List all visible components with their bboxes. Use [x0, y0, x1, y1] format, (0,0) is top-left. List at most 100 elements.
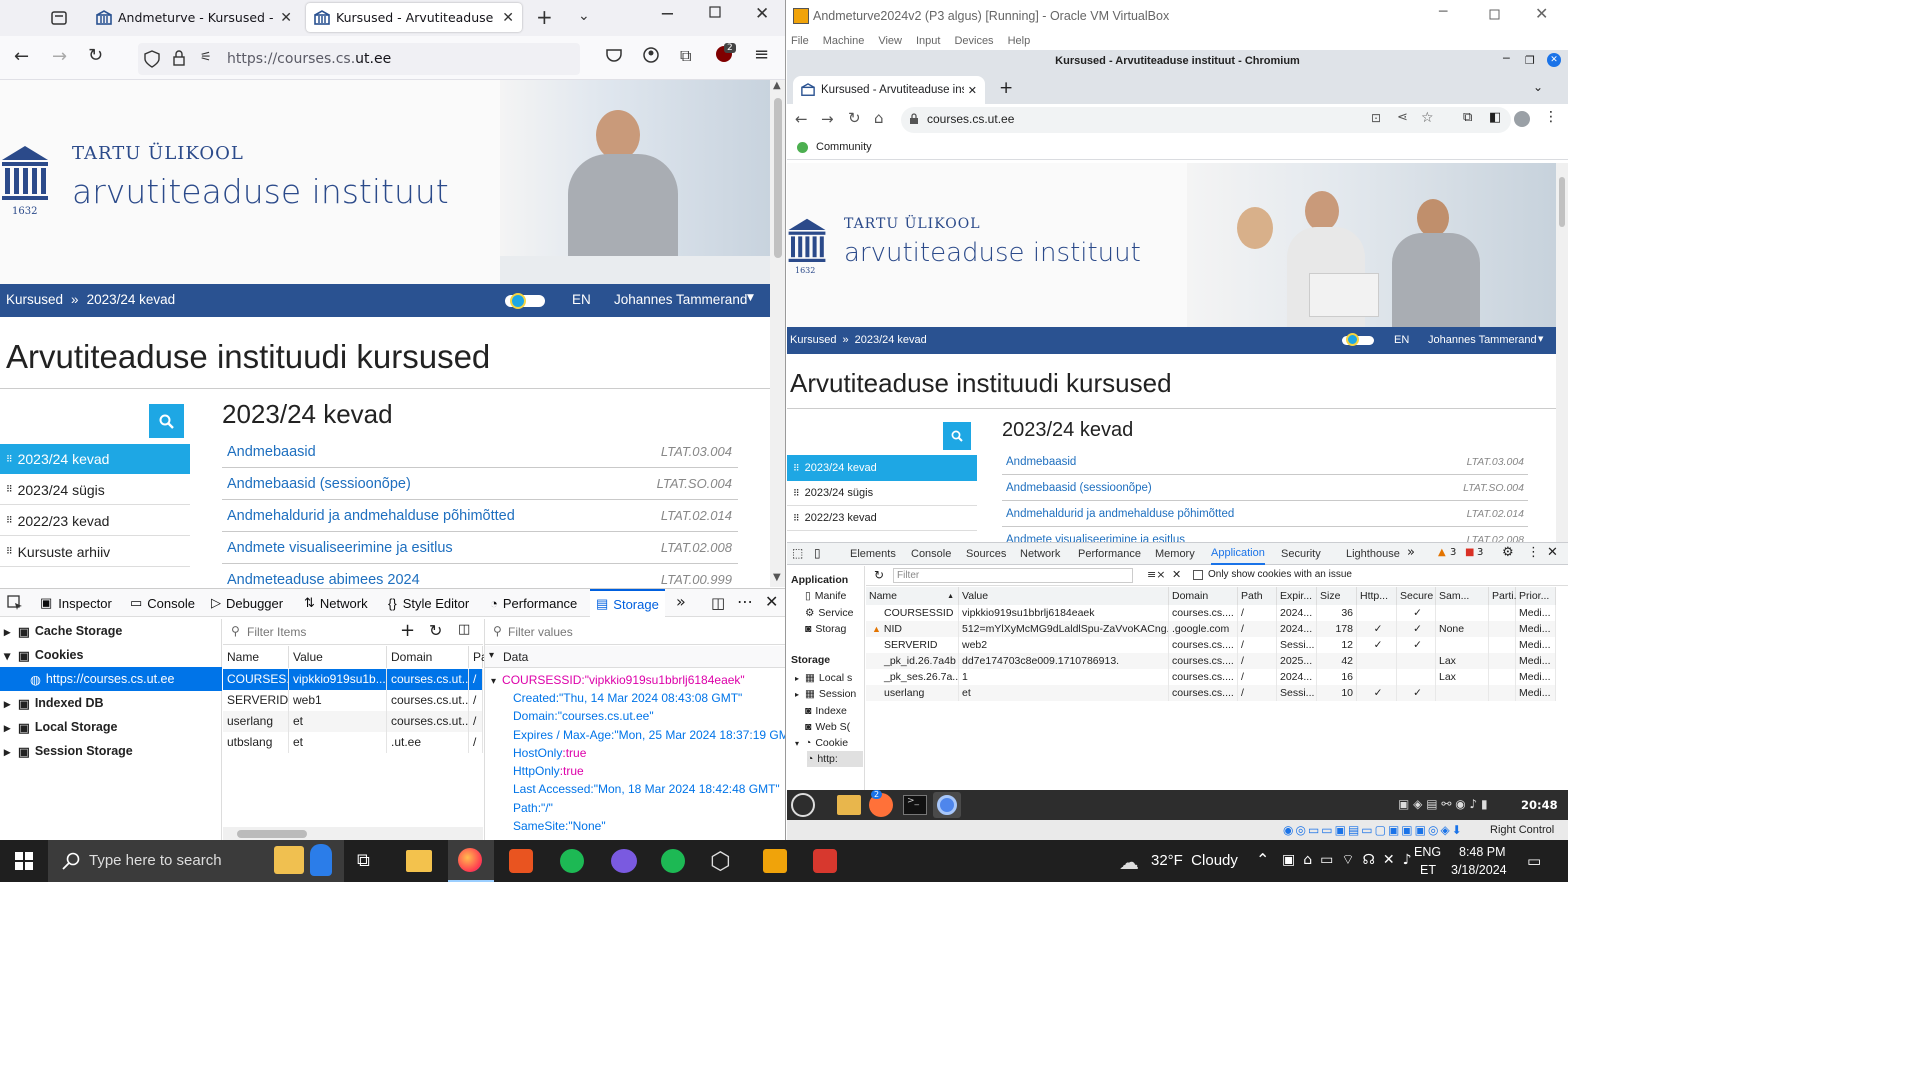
delete-icon[interactable]: ✕ [1172, 568, 1181, 581]
menu-item-2023-24-sugis[interactable]: ⠿ 2023/24 sügis [0, 475, 190, 505]
discord-icon[interactable] [611, 849, 637, 873]
table-row[interactable]: SERVERID web1 courses.cs.ut... / [223, 690, 483, 711]
more-tabs-icon[interactable]: » [1407, 545, 1415, 560]
tab-console[interactable]: ▭ Console [130, 589, 195, 617]
tab-security[interactable]: Security [1281, 543, 1321, 565]
side-service-workers[interactable]: ⚙ Service [805, 605, 875, 621]
side-panel-icon[interactable]: ◧ [1489, 110, 1501, 125]
course-row[interactable]: Andmebaasid LTAT.03.004 [1002, 449, 1528, 475]
ubuntu-icon[interactable] [509, 849, 533, 873]
course-row[interactable]: Andmete visualiseerimine ja esitlus LTAT.… [222, 532, 738, 564]
table-row[interactable]: utbslang et .ut.ee / [223, 732, 483, 753]
table-row[interactable]: userlang et courses.cs.... / Sessi... 10 ✓ ✓ Med… [866, 685, 1556, 701]
tree-session-storage[interactable]: ▸ ▣ Session Storage [0, 739, 222, 763]
url-text[interactable]: https://courses.cs.ut.ee [227, 51, 391, 67]
col-httponly[interactable]: Http... [1357, 587, 1397, 605]
notification-icon[interactable]: ▭ [1527, 852, 1541, 870]
minimize-icon[interactable]: ─ [1439, 4, 1447, 20]
lock-icon[interactable] [172, 50, 186, 66]
bookmark-star-icon[interactable]: ☆ [1421, 110, 1434, 126]
menu-item-2022-23-kevad[interactable]: ⠿ 2022/23 kevad [0, 506, 190, 536]
tab-performance[interactable]: Performance [1078, 543, 1141, 565]
tree-cookies[interactable]: ▾ ▣ Cookies [0, 643, 222, 667]
tab-console[interactable]: Console [911, 543, 951, 565]
add-item-icon[interactable]: + [400, 620, 415, 641]
close-window-icon[interactable]: ✕ [1547, 53, 1561, 67]
menu-hamburger-icon[interactable]: ≡ [754, 44, 769, 65]
search-button[interactable] [943, 422, 971, 450]
maximize-icon[interactable] [1489, 9, 1500, 20]
settings-gear-icon[interactable]: ⚙ [1502, 545, 1514, 560]
firefox-taskbar-button[interactable] [448, 840, 494, 882]
keyboard-layout[interactable]: ET [1420, 863, 1436, 877]
language-switch[interactable]: EN [1394, 334, 1409, 346]
tab-kursused[interactable]: Kursused - Arvutiteaduse inst ✕ [793, 76, 985, 104]
tab-overview-icon[interactable] [50, 9, 68, 27]
table-row[interactable]: COURSESSID vipkkio919su1bbrlj6184eaek cour… [866, 605, 1556, 621]
taskbar-search[interactable]: Type here to search [48, 840, 344, 882]
snipping-tool-icon[interactable] [813, 849, 837, 873]
col-value[interactable]: Value [289, 646, 387, 668]
guest-clock[interactable]: 20:48 [1521, 798, 1558, 812]
file-explorer-icon[interactable] [406, 850, 432, 872]
bookmark-community[interactable]: Community [816, 141, 872, 153]
menu-view[interactable]: View [878, 35, 902, 47]
element-picker-icon[interactable]: ⬚ [792, 546, 803, 560]
col-name[interactable]: Name ▲ [866, 587, 959, 605]
tree-cache-storage[interactable]: ▸ ▣ Cache Storage [0, 619, 222, 643]
language-switch[interactable]: EN [572, 292, 591, 307]
course-row[interactable]: Andmete visualiseerimine ja esitlus LTAT.… [1002, 527, 1528, 544]
breadcrumb-link[interactable]: Kursused [790, 334, 836, 346]
table-row[interactable]: COURSES...vipkkio919su1b...courses.cs.ut… [223, 669, 483, 690]
menu-machine[interactable]: Machine [823, 35, 865, 47]
menu-file[interactable]: File [791, 35, 809, 47]
close-window-icon[interactable]: ✕ [1535, 4, 1548, 23]
tab-application[interactable]: Application [1211, 543, 1265, 565]
tab-kursused[interactable]: Kursused - Arvutiteaduse insti ✕ [306, 3, 522, 32]
vbox-device-icons[interactable]: ◉◎▭▭▣▤▭▢▣▣▣◎◈⬇ [1283, 823, 1464, 837]
course-row[interactable]: Andmehaldurid ja andmehalduse põhimõtted… [1002, 501, 1528, 527]
horizontal-scrollbar[interactable] [223, 827, 483, 840]
side-cookie-origin[interactable]: ◔ http: [807, 751, 863, 767]
tray-icons[interactable]: ▣ ◈ ▤ ⚯ ◉ ♪ ▮ [1398, 797, 1488, 811]
warning-icon[interactable]: ▲ [1438, 547, 1446, 558]
input-language[interactable]: ENG [1414, 845, 1441, 859]
tab-network[interactable]: ⇅ Network [304, 589, 368, 617]
table-row[interactable]: ▲ NID 512=mYlXyMcMG9dLaldlSpu-ZaVvoKACng..… [866, 621, 1556, 637]
col-value[interactable]: Value [959, 587, 1169, 605]
device-toolbar-icon[interactable]: ▯ [814, 546, 821, 560]
restore-icon[interactable]: ❐ [1525, 54, 1535, 67]
theme-toggle[interactable] [1342, 333, 1374, 346]
more-options-icon[interactable]: ⋮ [1527, 545, 1540, 560]
only-issue-checkbox[interactable] [1193, 570, 1203, 580]
tab-elements[interactable]: Elements [850, 543, 896, 565]
filter-items-input[interactable]: Filter Items [247, 625, 306, 639]
course-row[interactable]: Andmebaasid LTAT.03.004 [222, 436, 738, 468]
tab-storage[interactable]: ▤ Storage [590, 589, 665, 617]
chromium-taskbar-button[interactable] [933, 792, 961, 818]
col-samesite[interactable]: Sam... [1436, 587, 1489, 605]
permissions-icon[interactable]: ⚟ [200, 50, 212, 65]
omnibox-url[interactable]: courses.cs.ut.ee [927, 112, 1014, 126]
back-icon[interactable]: ← [14, 46, 29, 67]
weather-text[interactable]: 32°F Cloudy [1151, 852, 1238, 869]
back-icon[interactable]: ← [795, 110, 808, 128]
3d-box-icon[interactable]: ⬡ [710, 847, 731, 875]
tray-system-icons[interactable]: ▣⌂▭⌔☊✕♪ [1282, 851, 1420, 869]
menu-item-kursuste-arhiiv[interactable]: ⠿ Kursuste arhiiv [0, 537, 190, 567]
error-icon[interactable]: ■ [1465, 547, 1474, 558]
omnibox[interactable]: courses.cs.ut.ee ⊡ ⋖ ☆ [901, 107, 1511, 133]
more-tabs-icon[interactable]: » [676, 592, 686, 611]
data-root[interactable]: ▾ COURSESSID:"vipkkio919su1bbrlj6184eaek" [491, 673, 745, 687]
forward-icon[interactable]: → [52, 46, 67, 67]
clear-filter-icon[interactable]: ≡× [1147, 568, 1165, 581]
tray-chevron-icon[interactable]: ⌃ [1256, 850, 1269, 869]
course-row[interactable]: Andmehaldurid ja andmehalduse põhimõtted… [222, 500, 738, 532]
side-storage[interactable]: ◙ Storag [805, 621, 875, 637]
tracking-shield-icon[interactable] [144, 50, 160, 68]
dock-icon[interactable]: ◫ [711, 594, 725, 612]
cookie-filter-input[interactable]: Filter [893, 568, 1133, 583]
weather-cloud-icon[interactable]: ☁ [1119, 850, 1139, 874]
table-row[interactable]: SERVERID web2 courses.cs.... / Sessi... 12 ✓ ✓ M… [866, 637, 1556, 653]
filter-values-input[interactable]: Filter values [508, 625, 573, 639]
